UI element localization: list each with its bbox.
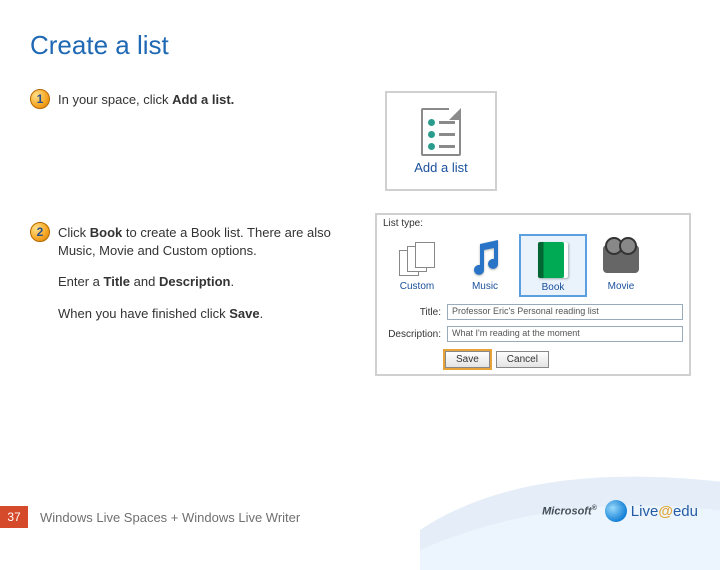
- list-type-label: List type:: [377, 215, 689, 232]
- brand-area: Microsoft® Live@edu: [542, 500, 698, 522]
- list-doc-icon: [421, 108, 461, 156]
- microsoft-logo: Microsoft®: [542, 505, 597, 518]
- list-type-movie[interactable]: Movie: [587, 234, 655, 297]
- book-icon: [538, 242, 568, 278]
- step-2-p2-bold2: Description: [159, 274, 231, 289]
- save-button[interactable]: Save: [445, 351, 490, 368]
- list-type-music-label: Music: [454, 281, 516, 292]
- at-symbol: @: [658, 503, 673, 520]
- title-field[interactable]: Professor Eric's Personal reading list: [447, 304, 683, 320]
- step-1: 1 In your space, click Add a list.: [30, 91, 360, 109]
- cancel-button[interactable]: Cancel: [496, 351, 549, 368]
- background-swoosh: [420, 410, 720, 570]
- step-2-p3-bold: Save: [229, 306, 259, 321]
- step-1-bold: Add a list.: [172, 92, 234, 107]
- live-text: Live: [631, 503, 659, 520]
- list-type-custom[interactable]: Custom: [383, 234, 451, 297]
- description-field-label: Description:: [383, 329, 441, 340]
- step-2-p2-bold1: Title: [104, 274, 131, 289]
- live-swirl-icon: [605, 500, 627, 522]
- step-2-badge: 2: [30, 222, 50, 242]
- music-icon: [454, 239, 516, 279]
- list-type-movie-label: Movie: [590, 281, 652, 292]
- page-number: 37: [0, 506, 28, 528]
- step-2-p1-a: Click: [58, 225, 90, 240]
- title-field-label: Title:: [383, 307, 441, 318]
- list-type-book[interactable]: Book: [519, 234, 587, 297]
- instructions-column: 1 In your space, click Add a list. 2 Cli…: [30, 91, 360, 376]
- step-2-p2-b: and: [130, 274, 159, 289]
- slide-footer: 37 Windows Live Spaces + Windows Live Wr…: [0, 506, 300, 528]
- step-2-p2-a: Enter a: [58, 274, 104, 289]
- list-type-book-label: Book: [523, 282, 583, 293]
- step-1-badge: 1: [30, 89, 50, 109]
- step-2-p2-c: .: [230, 274, 234, 289]
- slide-title: Create a list: [0, 0, 720, 61]
- add-a-list-card: Add a list: [385, 91, 497, 191]
- step-2-p1-bold: Book: [90, 225, 123, 240]
- live-at-edu-logo: Live@edu: [605, 500, 698, 522]
- description-field-row: Description: What I'm reading at the mom…: [377, 323, 689, 345]
- list-type-options: Custom Music Book Movie: [377, 232, 689, 301]
- list-type-music[interactable]: Music: [451, 234, 519, 297]
- screenshots-column: Add a list List type: Custom Music: [375, 91, 695, 376]
- title-field-row: Title: Professor Eric's Personal reading…: [377, 301, 689, 323]
- footer-text: Windows Live Spaces + Windows Live Write…: [40, 510, 300, 525]
- list-type-panel: List type: Custom Music Book: [375, 213, 691, 376]
- step-2-p3-b: .: [260, 306, 264, 321]
- description-field[interactable]: What I'm reading at the moment: [447, 326, 683, 342]
- movie-icon: [603, 245, 639, 273]
- step-1-prefix: In your space, click: [58, 92, 172, 107]
- slide-content: 1 In your space, click Add a list. 2 Cli…: [0, 61, 720, 376]
- list-type-custom-label: Custom: [386, 281, 448, 292]
- panel-buttons: Save Cancel: [377, 345, 689, 374]
- step-2: 2 Click Book to create a Book list. Ther…: [30, 224, 360, 322]
- step-2-text: Click Book to create a Book list. There …: [58, 224, 360, 322]
- step-2-p3-a: When you have finished click: [58, 306, 229, 321]
- add-a-list-label: Add a list: [414, 160, 467, 175]
- step-1-text: In your space, click Add a list.: [58, 91, 234, 109]
- custom-icon: [399, 242, 435, 276]
- edu-text: edu: [673, 503, 698, 520]
